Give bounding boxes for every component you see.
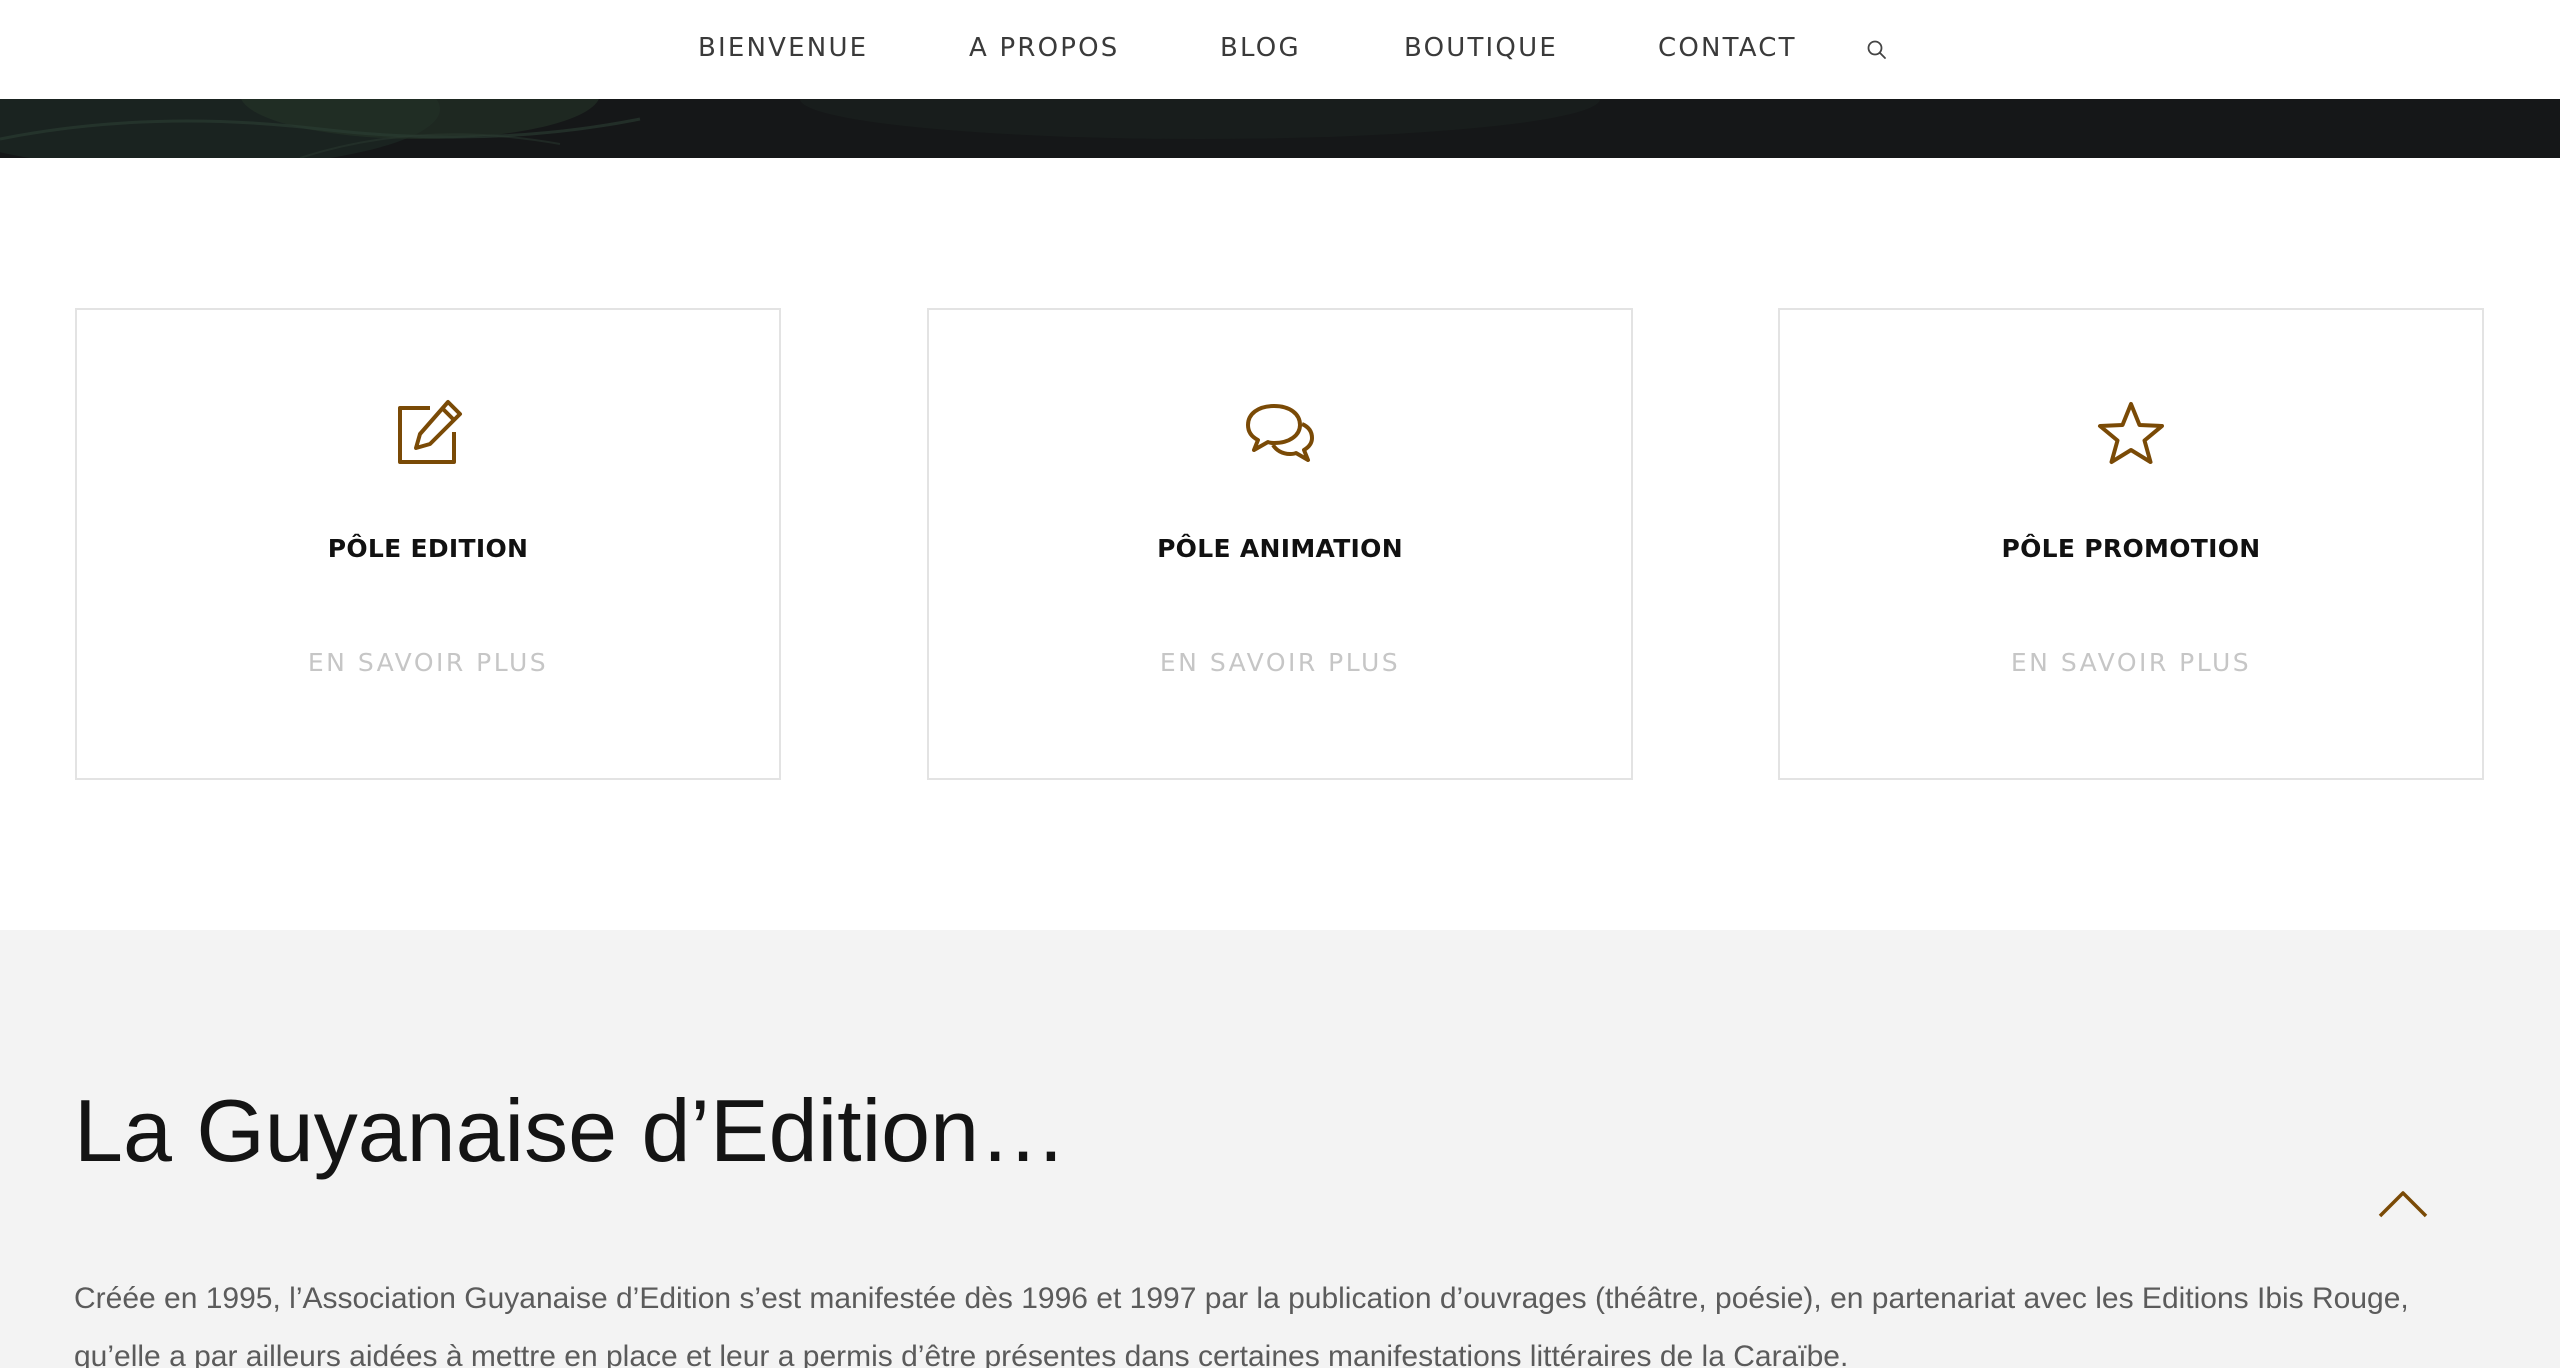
en-savoir-plus-link[interactable]: EN SAVOIR PLUS <box>929 648 1631 677</box>
nav-item-boutique[interactable]: BOUTIQUE <box>1404 33 1558 63</box>
section-title: La Guyanaise d’Edition… <box>74 1081 1068 1180</box>
nav-item-a-propos[interactable]: A PROPOS <box>969 33 1120 63</box>
main-navigation: BIENVENUE A PROPOS BLOG BOUTIQUE CONTACT <box>0 0 2560 99</box>
card-title: PÔLE EDITION <box>327 534 529 563</box>
edit-icon <box>392 398 464 470</box>
chevron-up-icon[interactable] <box>2378 1190 2428 1218</box>
en-savoir-plus-link[interactable]: EN SAVOIR PLUS <box>1780 648 2482 677</box>
chat-icon <box>1244 398 1316 470</box>
about-section: La Guyanaise d’Edition… Créée en 1995, l… <box>0 930 2560 1368</box>
nav-item-blog[interactable]: BLOG <box>1220 33 1301 63</box>
hero-banner-image <box>0 99 2560 158</box>
nav-item-contact[interactable]: CONTACT <box>1658 33 1797 63</box>
en-savoir-plus-link[interactable]: EN SAVOIR PLUS <box>77 648 779 677</box>
card-pole-animation: PÔLE ANIMATION EN SAVOIR PLUS <box>927 308 1633 780</box>
section-paragraph: Créée en 1995, l’Association Guyanaise d… <box>74 1282 2409 1368</box>
card-pole-promotion: PÔLE PROMOTION EN SAVOIR PLUS <box>1778 308 2484 780</box>
card-pole-edition: PÔLE EDITION EN SAVOIR PLUS <box>75 308 781 780</box>
card-title: PÔLE ANIMATION <box>1157 534 1403 563</box>
nav-item-bienvenue[interactable]: BIENVENUE <box>698 33 868 63</box>
card-title: PÔLE PROMOTION <box>2001 534 2261 563</box>
star-icon <box>2095 398 2167 470</box>
search-icon[interactable] <box>1865 38 1889 62</box>
